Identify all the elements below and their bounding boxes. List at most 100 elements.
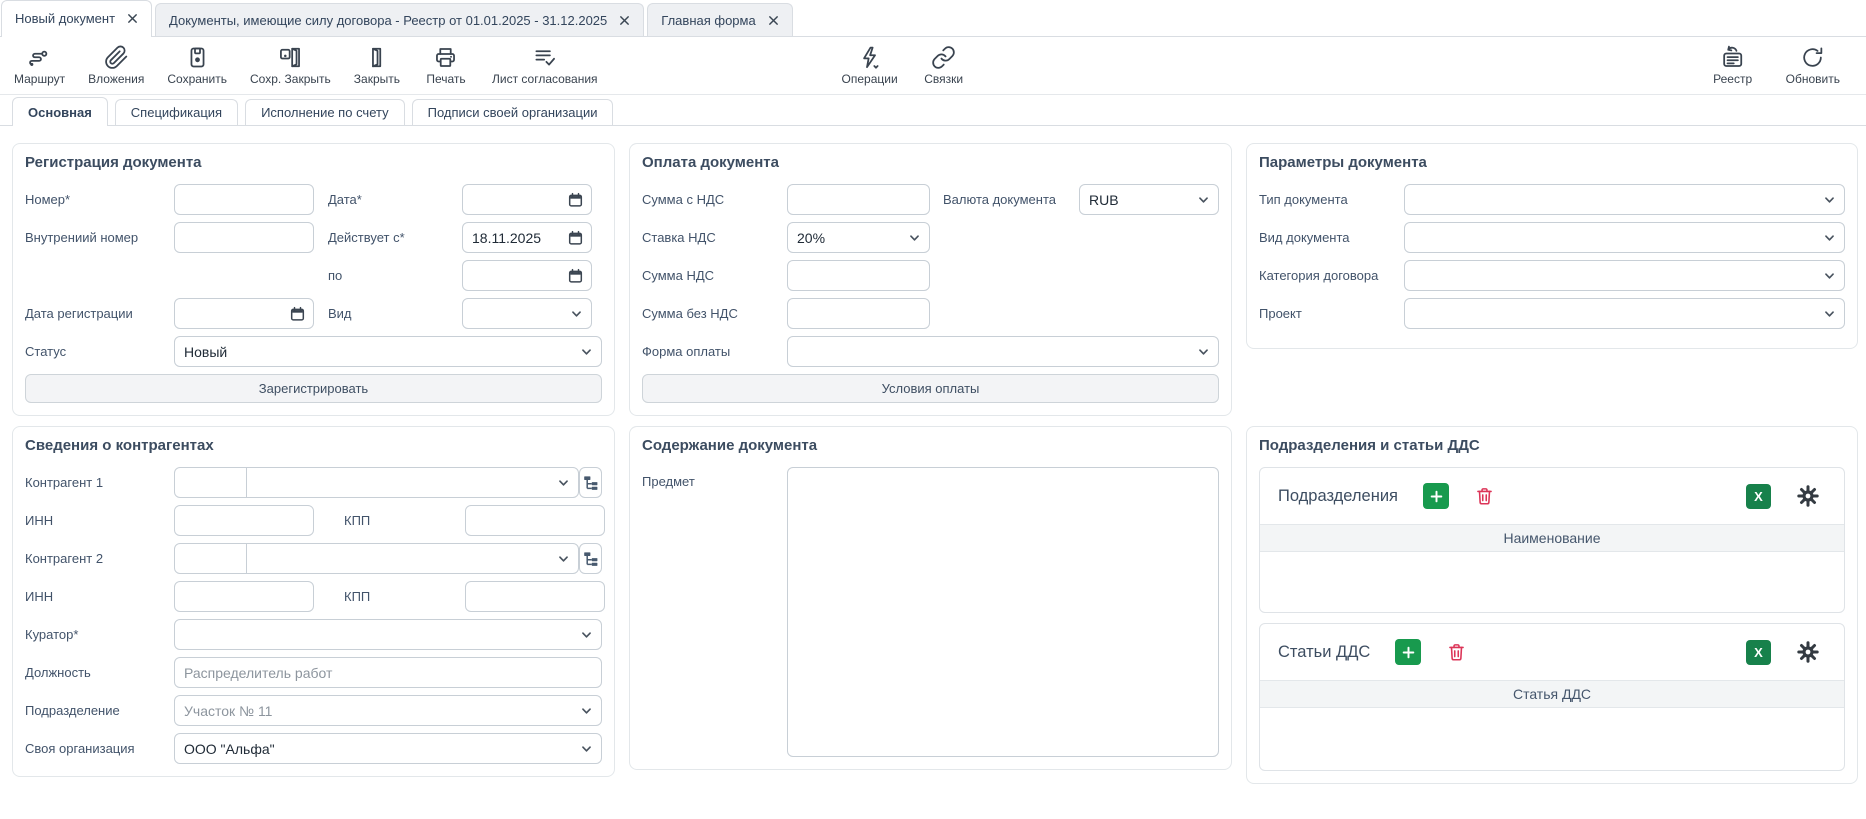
date-label: Дата*	[314, 192, 462, 207]
close-icon[interactable]	[768, 15, 779, 26]
valid-to-input[interactable]	[462, 260, 592, 291]
settings-button[interactable]	[1796, 640, 1820, 664]
dds-articles-column-header: Статья ДДС	[1260, 680, 1844, 708]
plus-icon	[1402, 646, 1415, 659]
amount-vat-label: Сумма с НДС	[642, 192, 787, 207]
tab-specification[interactable]: Спецификация	[115, 99, 238, 125]
gear-icon	[1796, 484, 1820, 508]
subdivisions-table-body[interactable]	[1260, 552, 1844, 612]
toolbar-item-operations[interactable]: Операции	[842, 45, 898, 86]
toolbar-item-route[interactable]: Маршрут	[14, 45, 65, 86]
toolbar: Маршрут Вложения Сохранить Сохр. Закрыть…	[0, 37, 1866, 95]
vat-rate-value: 20%	[797, 230, 825, 246]
doc-type-label: Тип документа	[1259, 192, 1404, 207]
parameters-panel: Параметры документа Тип документа Вид до…	[1246, 143, 1858, 349]
contract-category-select[interactable]	[1404, 260, 1845, 291]
tab-new-document[interactable]: Новый документ	[1, 0, 152, 37]
date-input[interactable]	[462, 184, 592, 215]
kpp1-input[interactable]	[465, 505, 605, 536]
inn1-input[interactable]	[174, 505, 314, 536]
project-select[interactable]	[1404, 298, 1845, 329]
excel-icon: X	[1754, 645, 1763, 660]
number-label: Номер*	[25, 192, 174, 207]
amount-vat-input[interactable]	[787, 184, 930, 215]
paperclip-icon	[104, 45, 129, 70]
payment-terms-button[interactable]: Условия оплаты	[642, 374, 1219, 403]
register-button[interactable]: Зарегистрировать	[25, 374, 602, 403]
toolbar-item-print[interactable]: Печать	[423, 45, 469, 86]
own-org-value: ООО "Альфа"	[184, 741, 275, 757]
valid-from-input[interactable]: 18.11.2025	[462, 222, 592, 253]
payment-form-label: Форма оплаты	[642, 344, 787, 359]
dds-articles-subpanel: Статьи ДДС X Статья ДДС	[1259, 623, 1845, 771]
department-value: Участок № 11	[184, 703, 272, 719]
payment-form-select[interactable]	[787, 336, 1219, 367]
toolbar-item-save-close[interactable]: Сохр. Закрыть	[250, 45, 331, 86]
amount-no-vat-input[interactable]	[787, 298, 930, 329]
tab-documents-registry[interactable]: Документы, имеющие силу договора - Реест…	[155, 3, 644, 36]
vat-rate-select[interactable]: 20%	[787, 222, 930, 253]
own-org-select[interactable]: ООО "Альфа"	[174, 733, 602, 764]
chevron-down-icon	[1823, 269, 1836, 282]
curator-select[interactable]	[174, 619, 602, 650]
refresh-icon	[1800, 45, 1825, 70]
checklist-icon	[532, 45, 557, 70]
dds-articles-table-body[interactable]	[1260, 708, 1844, 770]
chevron-down-icon	[557, 552, 570, 565]
link-icon	[931, 45, 956, 70]
valid-from-value: 18.11.2025	[472, 230, 541, 246]
status-label: Статус	[25, 344, 174, 359]
toolbar-item-refresh[interactable]: Обновить	[1786, 45, 1840, 86]
toolbar-item-attachments[interactable]: Вложения	[88, 45, 144, 86]
doc-kind-select[interactable]	[1404, 222, 1845, 253]
add-button[interactable]	[1423, 483, 1449, 509]
toolbar-item-save[interactable]: Сохранить	[167, 45, 227, 86]
tab-main[interactable]: Основная	[12, 97, 108, 126]
toolbar-item-close[interactable]: Закрыть	[354, 45, 400, 86]
kind-select[interactable]	[462, 298, 592, 329]
inn2-input[interactable]	[174, 581, 314, 612]
delete-button[interactable]	[1474, 486, 1495, 507]
tab-own-org-signatures[interactable]: Подписи своей организации	[412, 99, 614, 125]
counterparty-code-segment[interactable]	[175, 468, 247, 497]
tab-invoice-execution[interactable]: Исполнение по счету	[245, 99, 405, 125]
department-select[interactable]: Участок № 11	[174, 695, 602, 726]
subject-textarea[interactable]	[787, 467, 1219, 757]
door-icon	[364, 45, 389, 70]
panel-title: Содержание документа	[642, 437, 1219, 455]
kpp2-input[interactable]	[465, 581, 605, 612]
toolbar-item-registry[interactable]: Реестр	[1710, 45, 1756, 86]
reg-date-input[interactable]	[174, 298, 314, 329]
excel-export-button[interactable]: X	[1746, 640, 1771, 665]
vat-amount-input[interactable]	[787, 260, 930, 291]
project-label: Проект	[1259, 306, 1404, 321]
calendar-icon	[568, 192, 583, 207]
toolbar-item-links[interactable]: Связки	[921, 45, 967, 86]
add-button[interactable]	[1395, 639, 1421, 665]
position-input[interactable]: Распределитель работ	[174, 657, 602, 688]
valid-from-label: Действует с*	[314, 230, 462, 245]
currency-select[interactable]: RUB	[1079, 184, 1219, 215]
doc-type-select[interactable]	[1404, 184, 1845, 215]
counterparty2-select[interactable]	[174, 543, 579, 574]
counterparty1-tree-button[interactable]	[579, 467, 602, 498]
close-icon[interactable]	[619, 15, 630, 26]
status-select[interactable]: Новый	[174, 336, 602, 367]
counterparties-panel: Сведения о контрагентах Контрагент 1 ИНН…	[12, 426, 615, 777]
subdivisions-column-header: Наименование	[1260, 524, 1844, 552]
counterparty1-select[interactable]	[174, 467, 579, 498]
counterparty2-tree-button[interactable]	[579, 543, 602, 574]
calendar-icon	[290, 306, 305, 321]
number-input[interactable]	[174, 184, 314, 215]
tab-main-form[interactable]: Главная форма	[647, 3, 792, 36]
excel-export-button[interactable]: X	[1746, 484, 1771, 509]
chevron-down-icon	[1197, 193, 1210, 206]
tree-icon	[582, 474, 600, 492]
toolbar-item-approval-sheet[interactable]: Лист согласования	[492, 45, 598, 86]
counterparty-code-segment[interactable]	[175, 544, 247, 573]
close-icon[interactable]	[127, 13, 138, 24]
settings-button[interactable]	[1796, 484, 1820, 508]
internal-number-input[interactable]	[174, 222, 314, 253]
payment-panel: Оплата документа Сумма с НДС Валюта доку…	[629, 143, 1232, 416]
delete-button[interactable]	[1446, 642, 1467, 663]
